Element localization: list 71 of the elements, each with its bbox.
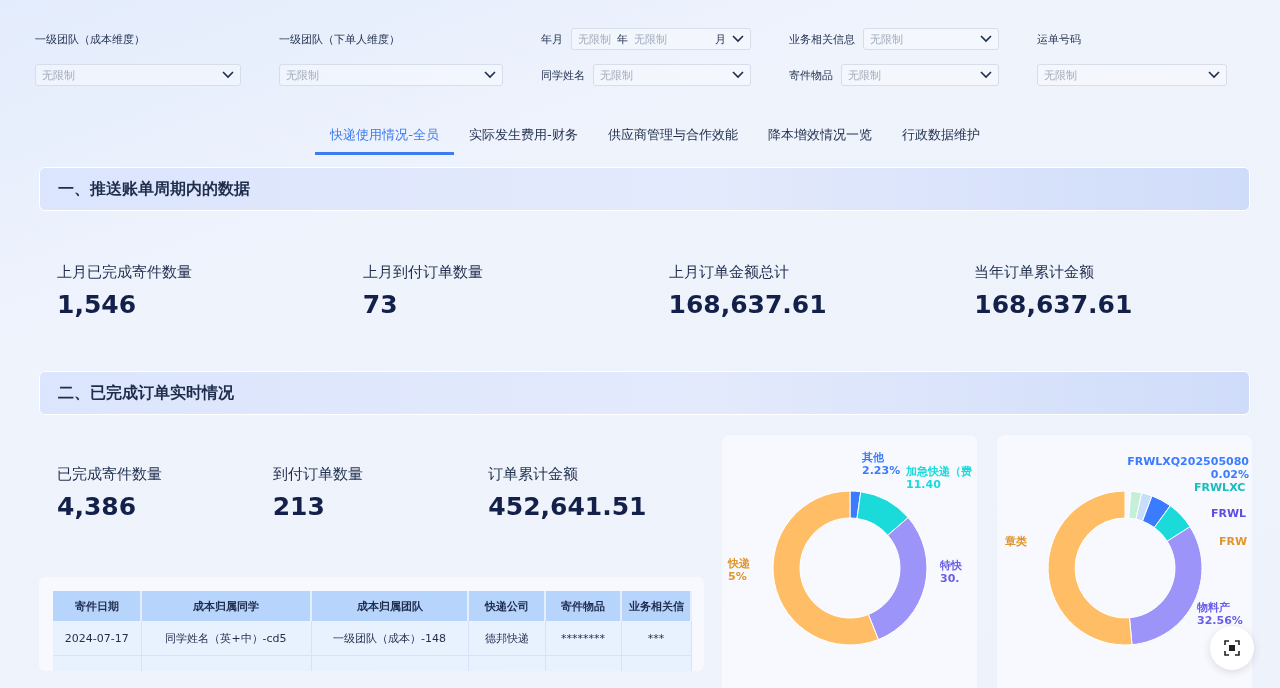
filter-label: 年月 [541, 31, 563, 47]
slice-percent: 11.40 [906, 478, 942, 491]
column-header: 业务相关信 [621, 591, 691, 621]
stat-label: 订单累计金额 [488, 465, 580, 484]
fullscreen-icon [1224, 640, 1240, 656]
chevron-down-icon [980, 35, 992, 43]
select-field[interactable]: 无限制 [593, 64, 751, 86]
column-header: 寄件物品 [545, 591, 621, 621]
slice-label: FRW [1219, 535, 1248, 548]
tab[interactable]: 行政数据维护 [886, 126, 995, 155]
column-header: 寄件日期 [53, 591, 141, 621]
slice-label: 快递 [728, 557, 750, 570]
stat-value: 73 [362, 290, 399, 319]
slice-label: 其他 [862, 451, 885, 464]
tab[interactable]: 供应商管理与合作效能 [592, 126, 753, 155]
tab[interactable]: 降本增效情况一览 [752, 126, 887, 155]
select-field[interactable]: 无限制 [841, 64, 999, 86]
slice-label: 章类 [1005, 535, 1027, 548]
section-header: 二、已完成订单实时情况 [39, 371, 1250, 415]
select-field[interactable]: 无限制 [279, 64, 503, 86]
filter-label: 一级团队（下单人维度） [279, 32, 401, 47]
table-cell: 2024-07-17 [53, 621, 141, 656]
column-header: 成本归属团队 [311, 591, 468, 621]
stat-value: 213 [272, 492, 326, 521]
slice-label: FRWL [1211, 507, 1247, 520]
slice-percent: 5% [728, 570, 748, 583]
tab[interactable]: 快递使用情况-全员 [315, 126, 454, 155]
chevron-down-icon [484, 71, 496, 79]
slice-label: 特快 [940, 559, 962, 572]
stat-label: 上月订单金额总计 [668, 263, 790, 282]
column-header: 快递公司 [468, 591, 545, 621]
filter-label: 一级团队（成本维度） [35, 32, 146, 47]
stat-value: 4,386 [57, 492, 138, 521]
stat-value: 1,546 [57, 290, 138, 319]
stat-label: 到付订单数量 [272, 465, 364, 484]
table-cell: *** [621, 621, 691, 656]
filter-label: 寄件物品 [789, 67, 833, 83]
column-header: 成本归属同学 [141, 591, 311, 621]
table-cell: 一级团队（成本）-148 [311, 621, 468, 656]
chevron-down-icon [732, 35, 744, 43]
slice-label: 物料产 [1197, 601, 1231, 614]
slice-label: FRWLXC [1194, 481, 1246, 494]
chevron-down-icon [980, 71, 992, 79]
slice-label: 加急快递（费 [906, 465, 972, 478]
filter-label: 运单号码 [1037, 32, 1082, 47]
stat-value: 168,637.61 [668, 290, 828, 319]
table-cell: 同学姓名（英+中）-cd5 [141, 621, 311, 656]
chevron-down-icon [222, 71, 234, 79]
stat-label: 上月到付订单数量 [362, 263, 484, 282]
stat-value: 168,637.61 [974, 290, 1134, 319]
select-field[interactable]: 无限制 [863, 28, 999, 50]
chevron-down-icon [1208, 71, 1220, 79]
slice-label: FRWLXQ202505080 [1127, 455, 1249, 468]
table-cell: ******** [545, 621, 621, 656]
slice-percent: 30. [940, 572, 961, 585]
stat-label: 已完成寄件数量 [57, 465, 163, 484]
filter-label: 业务相关信息 [789, 31, 855, 47]
stat-value: 452,641.51 [488, 492, 648, 521]
slice-percent: 2.23% [862, 464, 901, 477]
slice-percent: 32.56% [1197, 614, 1243, 627]
tab[interactable]: 实际发生费用-财务 [454, 126, 593, 155]
section-header: 一、推送账单周期内的数据 [39, 167, 1250, 211]
table-cell: 德邦快递 [468, 621, 545, 656]
stat-label: 上月已完成寄件数量 [57, 263, 193, 282]
select-field[interactable]: 无限制 [35, 64, 241, 86]
select-field[interactable]: 无限制 [1037, 64, 1227, 86]
slice-percent: 0.02% [1210, 468, 1249, 481]
year-month-field[interactable]: 无限制 年 无限制 月 [571, 28, 751, 50]
filter-label: 同学姓名 [541, 67, 585, 83]
stat-label: 当年订单累计金额 [974, 263, 1096, 282]
chevron-down-icon [732, 71, 744, 79]
